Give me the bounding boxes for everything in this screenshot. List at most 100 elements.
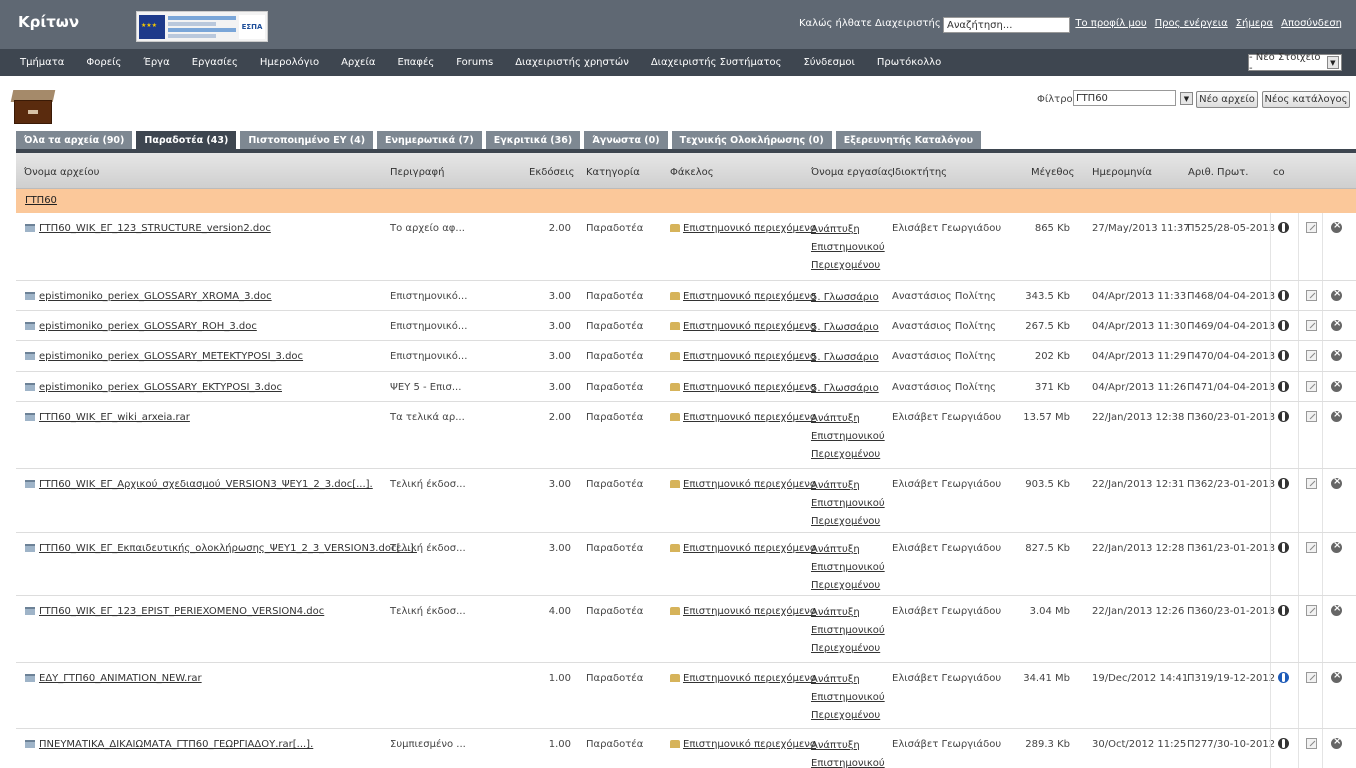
folder-link[interactable]: Επιστημονικό περιεχόμενο (683, 412, 816, 423)
task-link[interactable]: 5. Γλωσσάριο (811, 380, 879, 398)
task-link[interactable]: Περιεχομένου (811, 257, 885, 275)
folder-link[interactable]: Επιστημονικό περιεχόμενο (683, 291, 816, 302)
info-icon[interactable] (1278, 672, 1289, 683)
nav-item-user-admin[interactable]: Διαχειριστής χρηστών (515, 57, 629, 68)
col-header-protocol[interactable]: Αριθ. Πρωτ. (1188, 167, 1249, 178)
task-link[interactable]: Περιεχομένου (811, 513, 885, 531)
task-link[interactable]: 5. Γλωσσάριο (811, 349, 879, 367)
file-name-link[interactable]: ΓΤΠ60_WIK_ΕΓ_Εκπαιδευτικής_ολοκλήρωσης_Ψ… (39, 543, 417, 554)
tab-technical-completion[interactable]: Τεχνικής Ολοκλήρωσης (0) (671, 131, 832, 149)
task-link[interactable]: Επιστημονικού (811, 239, 885, 257)
nav-item-contacts[interactable]: Επαφές (397, 57, 434, 68)
folder-link[interactable]: Επιστημονικό περιεχόμενο (683, 223, 816, 234)
file-name-link[interactable]: ΕΔΥ_ΓΤΠ60_ANIMATION_NEW.rar (39, 673, 202, 684)
nav-item-projects[interactable]: Έργα (143, 57, 169, 68)
tab-approval[interactable]: Εγκριτικά (36) (485, 131, 581, 149)
chevron-down-icon[interactable]: ▼ (1326, 56, 1339, 69)
new-file-button[interactable]: Νέο αρχείο (1196, 91, 1258, 108)
task-link[interactable]: Ανάπτυξη (811, 541, 885, 559)
edit-icon[interactable] (1306, 381, 1317, 392)
delete-icon[interactable] (1331, 603, 1342, 616)
tab-all-files[interactable]: Όλα τα αρχεία (90) (16, 131, 133, 149)
info-icon[interactable] (1278, 381, 1289, 392)
profile-link[interactable]: Το προφίλ μου (1075, 18, 1146, 29)
edit-icon[interactable] (1306, 672, 1317, 683)
task-link[interactable]: Ανάπτυξη (811, 221, 885, 239)
edit-icon[interactable] (1306, 605, 1317, 616)
edit-icon[interactable] (1306, 222, 1317, 233)
task-link[interactable]: Επιστημονικού (811, 689, 885, 707)
today-link[interactable]: Σήμερα (1236, 18, 1273, 29)
col-header-size[interactable]: Μέγεθος (1031, 167, 1074, 178)
delete-icon[interactable] (1331, 220, 1342, 233)
delete-icon[interactable] (1331, 540, 1342, 553)
task-link[interactable]: Επιστημονικού (811, 495, 885, 513)
tab-unknown[interactable]: Άγνωστα (0) (584, 131, 668, 149)
info-icon[interactable] (1278, 605, 1289, 616)
delete-icon[interactable] (1331, 409, 1342, 422)
folder-link[interactable]: Επιστημονικό περιεχόμενο (683, 673, 816, 684)
delete-icon[interactable] (1331, 288, 1342, 301)
edit-icon[interactable] (1306, 738, 1317, 749)
delete-icon[interactable] (1331, 348, 1342, 361)
brand-title[interactable]: Κρίτων (18, 13, 79, 31)
tab-certified[interactable]: Πιστοποιημένο ΕΥ (4) (240, 131, 374, 149)
delete-icon[interactable] (1331, 476, 1342, 489)
new-item-select[interactable]: - Νέο Στοιχείο - ▼ (1248, 52, 1342, 74)
task-link[interactable]: 5. Γλωσσάριο (811, 319, 879, 337)
nav-item-forums[interactable]: Forums (456, 57, 493, 68)
folder-link[interactable]: Επιστημονικό περιεχόμενο (683, 739, 816, 750)
nav-item-agencies[interactable]: Φορείς (86, 57, 121, 68)
info-icon[interactable] (1278, 542, 1289, 553)
task-link[interactable]: Ανάπτυξη (811, 477, 885, 495)
task-link[interactable]: Ανάπτυξη (811, 671, 885, 689)
folder-link[interactable]: Επιστημονικό περιεχόμενο (683, 543, 816, 554)
task-link[interactable]: Περιεχομένου (811, 446, 885, 464)
file-name-link[interactable]: ΓΤΠ60_WIK_ΕΓ_Αρχικού_σχεδιασμού_VERSION3… (39, 479, 373, 490)
logout-link[interactable]: Αποσύνδεση (1281, 18, 1342, 29)
filter-select[interactable]: ΓΤΠ60 ▼ (1073, 90, 1193, 106)
task-link[interactable]: 5. Γλωσσάριο (811, 289, 879, 307)
file-name-link[interactable]: epistimoniko_periex_GLOSSARY_XROMA_3.doc (39, 291, 272, 302)
file-name-link[interactable]: ΓΤΠ60_WIK_ΕΓ_123_STRUCTURE_version2.doc (39, 223, 271, 234)
nav-item-system-admin[interactable]: Διαχειριστής Συστήματος (651, 57, 782, 68)
info-icon[interactable] (1278, 738, 1289, 749)
search-input[interactable] (943, 17, 1070, 33)
edit-icon[interactable] (1306, 290, 1317, 301)
chevron-down-icon[interactable]: ▼ (1180, 92, 1193, 105)
col-header-folder[interactable]: Φάκελος (670, 167, 714, 178)
tab-directory-explorer[interactable]: Εξερευνητής Καταλόγου (835, 131, 982, 149)
file-name-link[interactable]: ΓΤΠ60_WIK_ΕΓ_123_EPIST_PERIEXOMENO_VERSI… (39, 606, 324, 617)
nav-item-tasks[interactable]: Εργασίες (192, 57, 238, 68)
task-link[interactable]: Επιστημονικού (811, 428, 885, 446)
task-link[interactable]: Ανάπτυξη (811, 410, 885, 428)
edit-icon[interactable] (1306, 350, 1317, 361)
folder-link[interactable]: Επιστημονικό περιεχόμενο (683, 606, 816, 617)
file-name-link[interactable]: epistimoniko_periex_GLOSSARY_ROH_3.doc (39, 321, 257, 332)
nav-item-links[interactable]: Σύνδεσμοι (803, 57, 854, 68)
edit-icon[interactable] (1306, 320, 1317, 331)
col-header-description[interactable]: Περιγραφή (390, 167, 444, 178)
col-header-filename[interactable]: Όνομα αρχείου (24, 167, 99, 178)
file-name-link[interactable]: ΓΤΠ60_WIK_ΕΓ_wiki_arxeia.rar (39, 412, 190, 423)
pending-link[interactable]: Προς ενέργεια (1155, 18, 1228, 29)
info-icon[interactable] (1278, 222, 1289, 233)
task-link[interactable]: Περιεχομένου (811, 577, 885, 595)
file-name-link[interactable]: epistimoniko_periex_GLOSSARY_METEKTYPOSI… (39, 351, 303, 362)
file-name-link[interactable]: ΠΝΕΥΜΑΤΙΚΑ_ΔΙΚΑΙΩΜΑΤΑ_ΓΤΠ60_ΓΕΩΡΓΙΑΔΟΥ.r… (39, 739, 313, 750)
task-link[interactable]: Επιστημονικού (811, 622, 885, 640)
task-link[interactable]: Επιστημονικού (811, 755, 885, 768)
nav-item-files[interactable]: Αρχεία (341, 57, 375, 68)
folder-link[interactable]: Επιστημονικό περιεχόμενο (683, 321, 816, 332)
tab-informative[interactable]: Ενημερωτικά (7) (377, 131, 482, 149)
folder-link[interactable]: Επιστημονικό περιεχόμενο (683, 351, 816, 362)
col-header-owner[interactable]: Ιδιοκτήτης (892, 167, 947, 178)
delete-icon[interactable] (1331, 736, 1342, 749)
edit-icon[interactable] (1306, 478, 1317, 489)
nav-item-protocol[interactable]: Πρωτόκολλο (877, 57, 941, 68)
folder-link[interactable]: Επιστημονικό περιεχόμενο (683, 382, 816, 393)
file-name-link[interactable]: epistimoniko_periex_GLOSSARY_EKTYPOSI_3.… (39, 382, 282, 393)
new-directory-button[interactable]: Νέος κατάλογος (1262, 91, 1350, 108)
info-icon[interactable] (1278, 350, 1289, 361)
nav-item-calendar[interactable]: Ημερολόγιο (260, 57, 319, 68)
